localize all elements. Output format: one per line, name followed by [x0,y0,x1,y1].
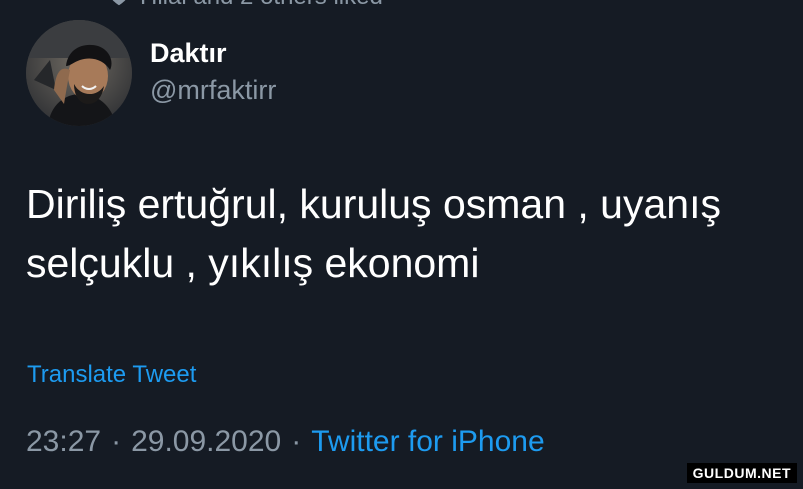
tweet-text: Diriliş ertuğrul, kuruluş osman , uyanış… [26,175,801,293]
tweet-time[interactable]: 23:27 [26,425,101,458]
watermark: GULDUM.NET [686,463,797,483]
tweet-text-line: selçuklu , yıkılış ekonomi [26,240,480,286]
author-block[interactable]: Daktır @mrfaktirr [150,36,276,110]
tweet-metadata: 23:27 · 29.09.2020 · Twitter for iPhone [26,422,545,462]
heart-icon [108,0,130,8]
tweet-text-line: Diriliş ertuğrul, kuruluş osman , uyanış [26,181,721,227]
avatar[interactable] [26,20,132,126]
tweet-date[interactable]: 29.09.2020 [131,425,281,458]
display-name[interactable]: Daktır [150,36,276,70]
tweet-source-link[interactable]: Twitter for iPhone [311,425,544,458]
translate-tweet-link[interactable]: Translate Tweet [27,359,196,391]
tweet-detail: Hilal and 2 others liked Daktır @mrfakti… [0,0,803,489]
username-handle[interactable]: @mrfaktirr [150,70,276,110]
meta-separator: · [291,425,302,458]
meta-separator: · [111,425,122,458]
social-context: Hilal and 2 others liked [108,0,383,11]
social-context-text: Hilal and 2 others liked [140,0,383,11]
